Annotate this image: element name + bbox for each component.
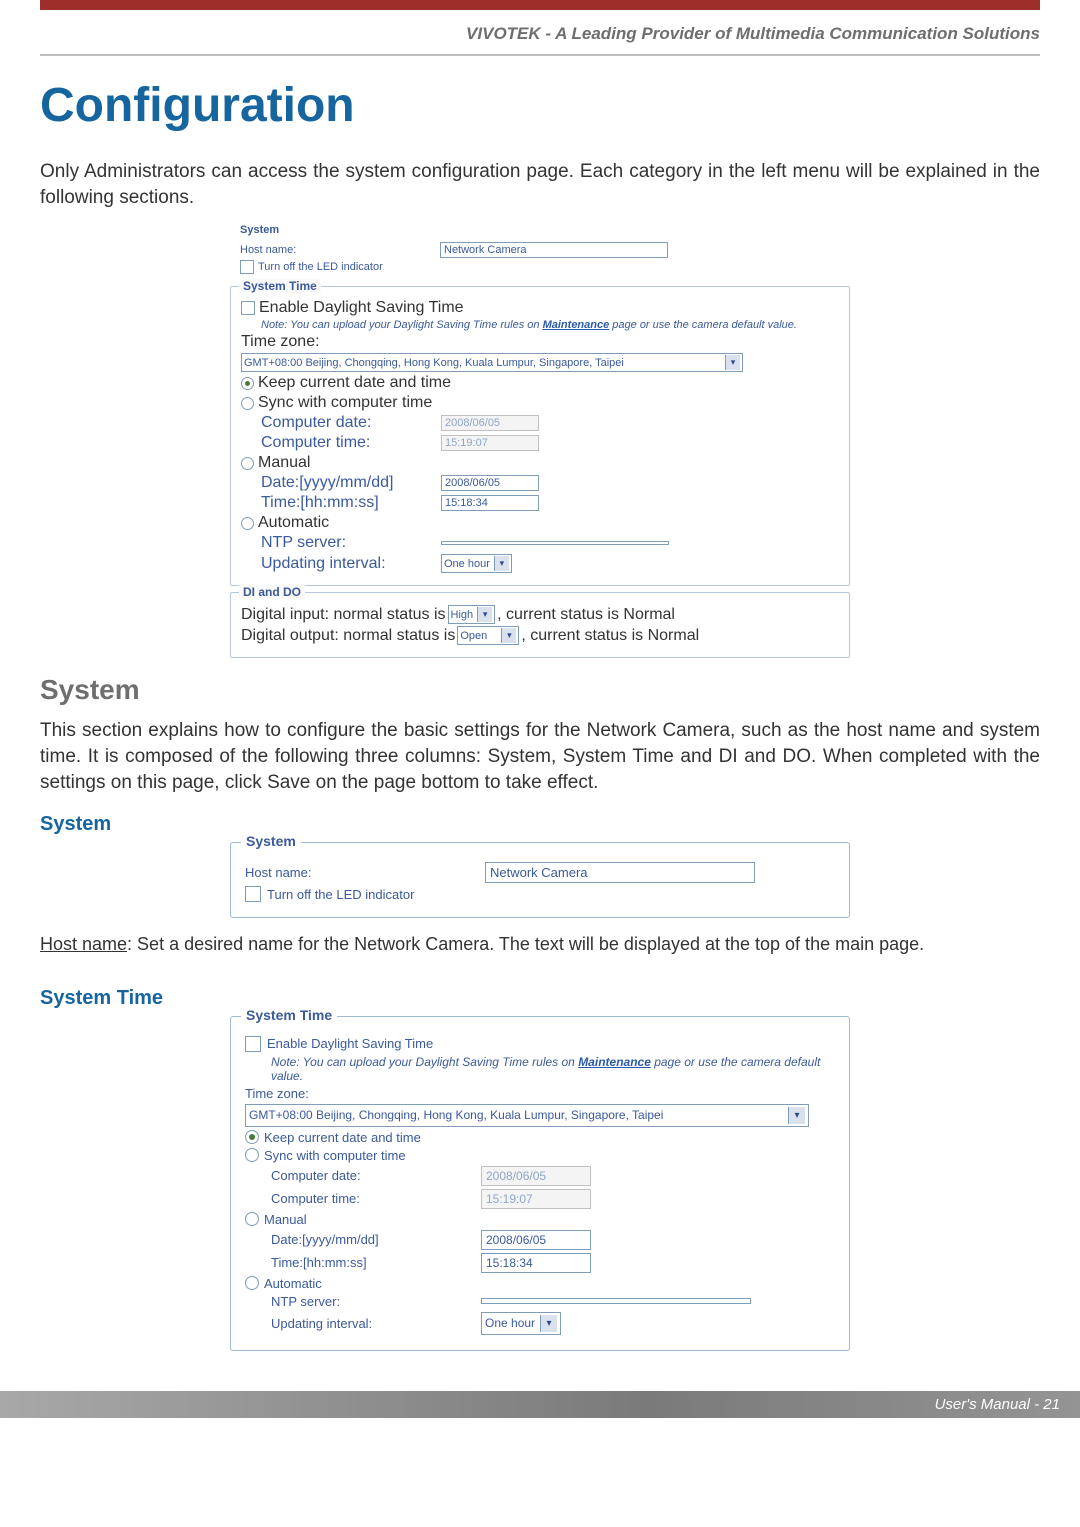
hostname-paragraph: Host name: Set a desired name for the Ne…: [40, 932, 1040, 956]
ntp-input[interactable]: [441, 541, 669, 545]
ss3-ntp-label: NTP server:: [271, 1294, 481, 1309]
ss1-system-heading: System: [230, 220, 850, 236]
system-paragraph: This section explains how to configure t…: [40, 718, 1040, 795]
chevron-down-icon: ▾: [725, 355, 740, 370]
led-label: Turn off the LED indicator: [258, 261, 383, 273]
dst-label: Enable Daylight Saving Time: [259, 299, 464, 317]
ss2-legend: System: [241, 833, 301, 849]
di-select[interactable]: High▾: [448, 605, 496, 624]
page-title: Configuration: [40, 78, 1040, 133]
ss3-radio-sync[interactable]: [245, 1148, 259, 1162]
ss3-legend: System Time: [241, 1007, 337, 1023]
ss3-radio-auto-label: Automatic: [264, 1276, 322, 1291]
radio-keep[interactable]: [241, 377, 254, 390]
ss3-radio-keep-label: Keep current date and time: [264, 1130, 421, 1145]
update-interval-select[interactable]: One hour▾: [441, 554, 512, 573]
dst-checkbox[interactable]: [241, 301, 255, 315]
computer-date-label: Computer date:: [261, 414, 441, 432]
intro-paragraph: Only Administrators can access the syste…: [40, 159, 1040, 210]
manual-time-input[interactable]: 15:18:34: [441, 495, 539, 511]
radio-auto-label: Automatic: [258, 514, 329, 532]
ss3-mdate-input[interactable]: 2008/06/05: [481, 1230, 591, 1250]
page-footer: User's Manual - 21: [0, 1391, 1080, 1418]
ss3-cdate-label: Computer date:: [271, 1168, 481, 1183]
host-name-input[interactable]: Network Camera: [440, 242, 668, 258]
ss3-dst-checkbox[interactable]: [245, 1036, 261, 1052]
chevron-down-icon: ▾: [788, 1107, 805, 1124]
maintenance-link[interactable]: Maintenance: [543, 319, 610, 331]
radio-manual[interactable]: [241, 457, 254, 470]
ss3-upd-select[interactable]: One hour▾: [481, 1312, 561, 1335]
manual-date-input[interactable]: 2008/06/05: [441, 475, 539, 491]
chevron-down-icon: ▾: [501, 628, 516, 643]
ss3-radio-manual-label: Manual: [264, 1212, 307, 1227]
dst-note: Note: You can upload your Daylight Savin…: [261, 319, 839, 331]
ss3-upd-label: Updating interval:: [271, 1316, 481, 1331]
ss3-mtime-label: Time:[hh:mm:ss]: [271, 1255, 481, 1270]
ss3-dst-note: Note: You can upload your Daylight Savin…: [271, 1055, 835, 1083]
system-time-legend: System Time: [239, 279, 321, 293]
radio-sync-label: Sync with computer time: [258, 394, 432, 412]
sub-system-heading: System: [40, 813, 1040, 836]
ss3-ctime-label: Computer time:: [271, 1191, 481, 1206]
radio-keep-label: Keep current date and time: [258, 374, 451, 392]
system-box-screenshot: System Host name: Network Camera Turn of…: [230, 842, 850, 918]
ss3-tz-label: Time zone:: [245, 1086, 309, 1101]
sub-time-heading: System Time: [40, 987, 1040, 1010]
page-header: VIVOTEK - A Leading Provider of Multimed…: [40, 0, 1040, 56]
digital-input-row: Digital input: normal status is High▾ , …: [241, 605, 839, 624]
ss3-maintenance-link[interactable]: Maintenance: [578, 1055, 651, 1069]
led-checkbox[interactable]: [240, 260, 254, 274]
computer-date-value: 2008/06/05: [441, 415, 539, 431]
ss3-cdate-value: 2008/06/05: [481, 1166, 591, 1186]
chevron-down-icon: ▾: [494, 556, 509, 571]
ss2-led-label: Turn off the LED indicator: [267, 887, 414, 902]
ntp-label: NTP server:: [261, 534, 441, 552]
radio-manual-label: Manual: [258, 454, 310, 472]
dido-legend: DI and DO: [239, 585, 305, 599]
do-select[interactable]: Open▾: [457, 626, 519, 645]
manual-date-label: Date:[yyyy/mm/dd]: [261, 474, 441, 492]
digital-output-row: Digital output: normal status is Open▾ ,…: [241, 626, 839, 645]
system-section-heading: System: [40, 674, 1040, 706]
ss2-host-input[interactable]: Network Camera: [485, 862, 755, 883]
ss3-ntp-input[interactable]: [481, 1298, 751, 1304]
update-interval-label: Updating interval:: [261, 555, 441, 573]
chevron-down-icon: ▾: [540, 1315, 557, 1332]
ss2-host-label: Host name:: [245, 865, 485, 880]
ss3-radio-manual[interactable]: [245, 1212, 259, 1226]
host-name-label: Host name:: [240, 244, 440, 256]
config-screenshot-full: System Host name: Network Camera Turn of…: [230, 220, 850, 658]
ss3-radio-sync-label: Sync with computer time: [264, 1148, 406, 1163]
timezone-select[interactable]: GMT+08:00 Beijing, Chongqing, Hong Kong,…: [241, 353, 743, 372]
ss3-ctime-value: 15:19:07: [481, 1189, 591, 1209]
manual-time-label: Time:[hh:mm:ss]: [261, 494, 441, 512]
radio-auto[interactable]: [241, 517, 254, 530]
ss3-dst-label: Enable Daylight Saving Time: [267, 1036, 433, 1051]
tz-label: Time zone:: [241, 333, 320, 351]
ss2-led-checkbox[interactable]: [245, 886, 261, 902]
ss3-timezone-select[interactable]: GMT+08:00 Beijing, Chongqing, Hong Kong,…: [245, 1104, 809, 1127]
ss3-radio-keep[interactable]: [245, 1130, 259, 1144]
ss3-mdate-label: Date:[yyyy/mm/dd]: [271, 1232, 481, 1247]
system-time-screenshot: System Time Enable Daylight Saving Time …: [230, 1016, 850, 1351]
ss3-mtime-input[interactable]: 15:18:34: [481, 1253, 591, 1273]
computer-time-label: Computer time:: [261, 434, 441, 452]
computer-time-value: 15:19:07: [441, 435, 539, 451]
ss3-radio-auto[interactable]: [245, 1276, 259, 1290]
chevron-down-icon: ▾: [477, 607, 492, 622]
radio-sync[interactable]: [241, 397, 254, 410]
